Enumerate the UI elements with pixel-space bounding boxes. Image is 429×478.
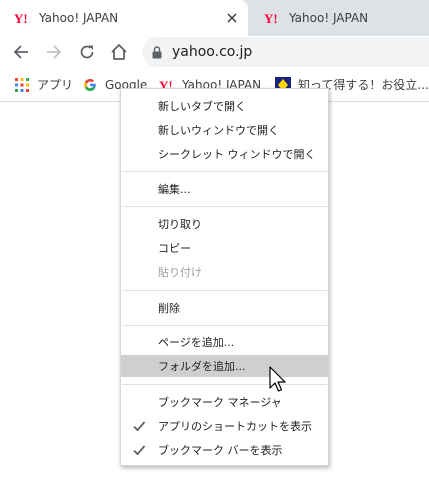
reload-icon — [80, 45, 94, 59]
mouse-pointer-icon — [269, 366, 286, 392]
arrow-left-icon — [13, 45, 28, 59]
menu-separator — [122, 384, 327, 385]
lock-icon — [152, 45, 162, 59]
toolbar: yahoo.co.jp — [0, 36, 429, 68]
menu-item-paste[interactable]: 貼り付け — [121, 261, 328, 283]
google-g-icon — [82, 77, 98, 93]
back-button[interactable] — [9, 40, 33, 64]
menu-item-label: ブックマーク マネージャ — [158, 396, 282, 409]
apps-grid-icon — [14, 77, 30, 93]
home-button[interactable] — [107, 40, 131, 64]
menu-item-add-folder[interactable]: フォルダを追加... — [121, 355, 328, 377]
checkmark-icon — [132, 443, 146, 457]
menu-item-label: シークレット ウィンドウで開く — [158, 148, 316, 161]
svg-text:Y!: Y! — [264, 12, 278, 24]
bookmark-apps[interactable]: アプリ — [14, 76, 73, 93]
menu-item-edit[interactable]: 編集... — [121, 178, 328, 200]
menu-item-label: ブックマーク バーを表示 — [158, 444, 283, 457]
menu-item-label: ページを追加... — [158, 336, 235, 349]
yahoo-y-icon: Y! — [14, 10, 30, 26]
menu-item-show-apps-shortcut[interactable]: アプリのショートカットを表示 — [121, 415, 328, 437]
menu-item-label: コピー — [158, 242, 191, 255]
arrow-right-icon — [47, 45, 62, 59]
menu-separator — [122, 171, 327, 172]
menu-item-label: 貼り付け — [158, 266, 202, 279]
menu-item-open-new-window[interactable]: 新しいウィンドウで開く — [121, 119, 328, 141]
menu-item-label: 新しいウィンドウで開く — [158, 124, 279, 137]
tab-title: Yahoo! JAPAN — [289, 11, 369, 25]
menu-separator — [122, 206, 327, 207]
menu-item-label: フォルダを追加... — [158, 360, 246, 373]
menu-item-add-page[interactable]: ページを追加... — [121, 331, 328, 353]
tab-yahoo-japan-active[interactable]: Y! Yahoo! JAPAN — [0, 0, 248, 36]
yahoo-y-icon: Y! — [264, 10, 280, 26]
checkmark-icon — [132, 419, 146, 433]
bookmark-label: アプリ — [37, 78, 74, 92]
menu-item-open-incognito[interactable]: シークレット ウィンドウで開く — [121, 143, 328, 165]
menu-item-label: 編集... — [158, 183, 191, 196]
forward-button[interactable] — [42, 40, 66, 64]
menu-item-label: アプリのショートカットを表示 — [158, 420, 312, 433]
tab-strip: Y! Yahoo! JAPAN Y! Yahoo! JAPAN — [0, 0, 429, 36]
menu-item-delete[interactable]: 削除 — [121, 297, 328, 319]
menu-item-cut[interactable]: 切り取り — [121, 213, 328, 235]
menu-item-label: 切り取り — [158, 218, 202, 231]
menu-item-open-new-tab[interactable]: 新しいタブで開く — [121, 95, 328, 117]
menu-separator — [122, 290, 327, 291]
url-text: yahoo.co.jp — [172, 44, 253, 60]
svg-text:Y!: Y! — [14, 12, 28, 24]
home-icon — [111, 44, 127, 60]
address-bar[interactable]: yahoo.co.jp — [142, 37, 429, 67]
tab-title: Yahoo! JAPAN — [39, 11, 119, 25]
close-icon[interactable] — [224, 10, 240, 26]
bookmark-context-menu: 新しいタブで開く 新しいウィンドウで開く シークレット ウィンドウで開く 編集.… — [120, 88, 329, 466]
reload-button[interactable] — [75, 40, 99, 64]
menu-item-bookmark-manager[interactable]: ブックマーク マネージャ — [121, 391, 328, 413]
menu-item-copy[interactable]: コピー — [121, 237, 328, 259]
tab-yahoo-japan[interactable]: Y! Yahoo! JAPAN — [250, 0, 429, 36]
menu-item-label: 新しいタブで開く — [158, 100, 246, 113]
menu-item-label: 削除 — [158, 302, 180, 315]
menu-separator — [122, 325, 327, 326]
menu-item-show-bookmarks-bar[interactable]: ブックマーク バーを表示 — [121, 439, 328, 461]
